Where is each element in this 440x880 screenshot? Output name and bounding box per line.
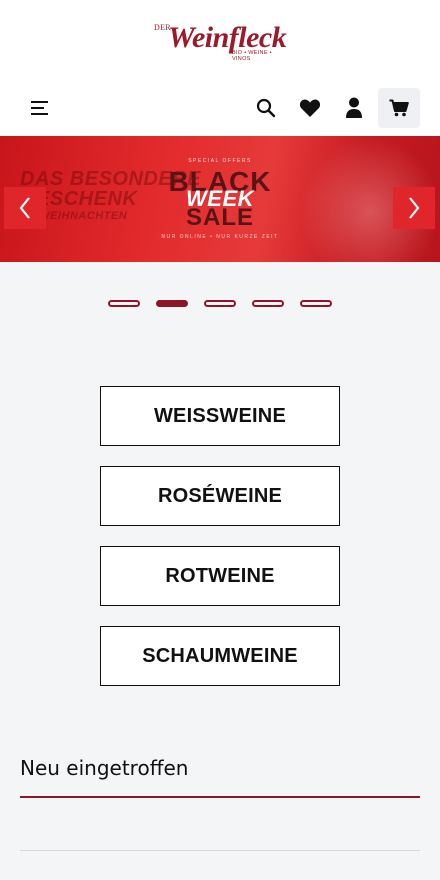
chevron-right-icon [409,197,420,219]
section-underline [20,796,420,798]
heart-icon[interactable] [298,96,322,120]
carousel-dot-3[interactable] [204,300,236,307]
carousel-dot-1[interactable] [108,300,140,307]
category-button-weissweine[interactable]: WEISSWEINE [100,386,340,446]
carousel-dot-4[interactable] [252,300,284,307]
carousel-dot-2[interactable] [156,300,188,307]
carousel-next-button[interactable] [393,187,435,229]
menu-icon[interactable] [28,97,52,119]
category-button-roseweine[interactable]: ROSÉWEINE [100,466,340,526]
category-button-schaumweine[interactable]: SCHAUMWEINE [100,626,340,686]
hero-banner[interactable]: DAS BESONDERE GESCHENK ZU WEIHNACHTEN SP… [0,136,440,262]
carousel-prev-button[interactable] [4,187,46,229]
cart-button[interactable] [378,88,420,128]
logo[interactable]: DER Weinfleck BIO • WEINE • VINOS [152,18,292,64]
section-title-new-arrivals: Neu eingetroffen [20,756,189,780]
cart-icon [389,99,409,117]
banner-word-sale: SALE [185,204,254,231]
site-header: DER Weinfleck BIO • WEINE • VINOS [0,0,440,136]
banner-special-offers: SPECIAL OFFERS [188,158,252,164]
chevron-left-icon [19,197,30,219]
carousel-dot-5[interactable] [300,300,332,307]
logo-tagline: BIO • WEINE • VINOS [232,50,272,62]
banner-limited-text: NUR ONLINE • NUR KURZE ZEIT [161,234,279,240]
carousel-indicators [108,300,332,308]
user-icon[interactable] [342,95,366,121]
category-button-rotweine[interactable]: ROTWEINE [100,546,340,606]
divider [20,850,420,851]
search-icon[interactable] [254,96,278,120]
